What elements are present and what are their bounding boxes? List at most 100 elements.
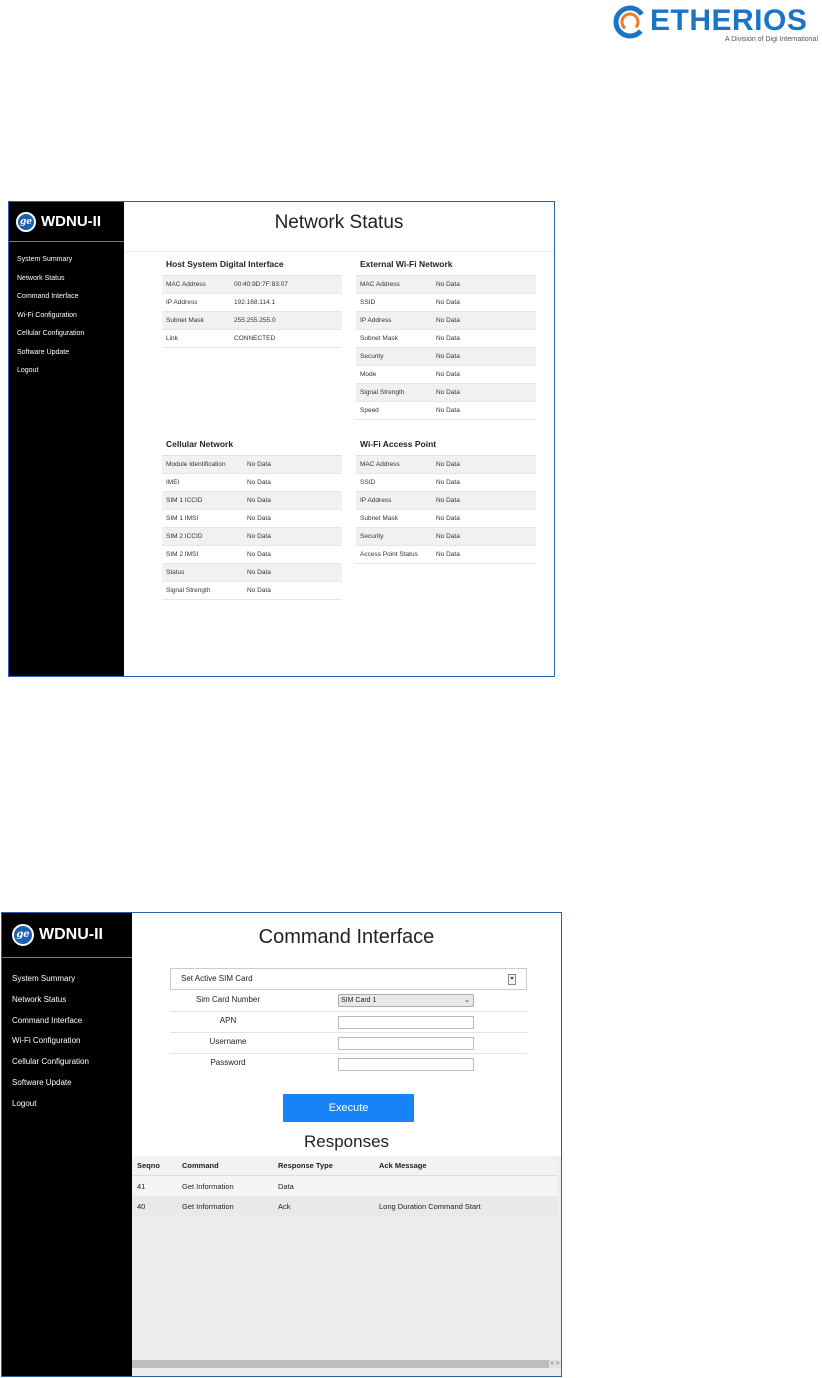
- kv-key: Security: [360, 353, 384, 360]
- column-header-command[interactable]: Command: [182, 1161, 278, 1170]
- kv-row: Subnet Mask No Data: [356, 510, 536, 528]
- table-row[interactable]: 40 Get Information Ack Long Duration Com…: [132, 1196, 557, 1216]
- host-interface-panel: Host System Digital Interface MAC Addres…: [162, 258, 342, 348]
- page-title: Network Status: [274, 212, 404, 233]
- sim-card-select[interactable]: SIM Card 1 ⌄: [338, 994, 474, 1007]
- cell-ack-message: Long Duration Command Start: [379, 1201, 481, 1211]
- kv-key: SIM 2 ICCID: [166, 533, 203, 540]
- password-label: Password: [210, 1058, 246, 1067]
- sidebar-item-software-update[interactable]: Software Update: [2, 1074, 132, 1095]
- cell-seqno: 40: [137, 1201, 146, 1211]
- apn-field[interactable]: [338, 1016, 474, 1029]
- kv-value: No Data: [436, 533, 460, 540]
- cell-command: Get Information: [182, 1181, 234, 1191]
- kv-list: MAC Address No Data SSID No Data IP Addres…: [356, 276, 536, 420]
- title-divider: [124, 251, 554, 252]
- kv-row: IP Address No Data: [356, 312, 536, 330]
- kv-value: No Data: [436, 335, 460, 342]
- kv-row: SIM 1 ICCID No Data: [162, 492, 342, 510]
- sidebar: ge WDNU-II System Summary Network Status…: [9, 202, 124, 676]
- etherios-logo: ETHERIOS A Division of Digi Internationa…: [612, 4, 818, 44]
- sidebar-item-cellular-configuration[interactable]: Cellular Configuration: [2, 1053, 132, 1074]
- kv-row: IP Address 192.168.114.1: [162, 294, 342, 312]
- kv-value: No Data: [436, 353, 460, 360]
- kv-key: MAC Address: [360, 461, 400, 468]
- sidebar-item-logout[interactable]: Logout: [9, 364, 124, 383]
- sidebar-item-network-status[interactable]: Network Status: [9, 272, 124, 291]
- kv-key: Status: [166, 569, 185, 576]
- kv-value: 255.255.255.0: [234, 317, 276, 324]
- wifi-access-point-panel: Wi-Fi Access Point MAC Address No Data SS…: [356, 438, 536, 564]
- horizontal-scrollbar[interactable]: < >: [132, 1360, 561, 1368]
- cell-command: Get Information: [182, 1201, 234, 1211]
- kv-row: MAC Address No Data: [356, 276, 536, 294]
- panel-title: External Wi-Fi Network: [356, 258, 536, 276]
- kv-value: CONNECTED: [234, 335, 276, 342]
- sidebar-item-software-update[interactable]: Software Update: [9, 346, 124, 365]
- table-row[interactable]: 41 Get Information Data: [132, 1176, 557, 1196]
- kv-row: IP Address No Data: [356, 492, 536, 510]
- kv-list: MAC Address 00:40:9D:7F:83:07 IP Address 1…: [162, 276, 342, 348]
- ge-logo-icon: ge: [16, 211, 36, 232]
- logo-tagline: A Division of Digi International: [725, 36, 818, 43]
- sidebar-item-network-status[interactable]: Network Status: [2, 991, 132, 1012]
- kv-key: Signal Strength: [360, 389, 405, 396]
- sim-card-select-value: SIM Card 1: [341, 997, 377, 1004]
- sidebar-item-cellular-configuration[interactable]: Cellular Configuration: [9, 327, 124, 346]
- kv-value: No Data: [436, 551, 460, 558]
- sidebar-item-system-summary[interactable]: System Summary: [9, 253, 124, 272]
- sidebar-item-system-summary[interactable]: System Summary: [2, 970, 132, 991]
- kv-key: Mode: [360, 371, 377, 378]
- sidebar: ge WDNU-II System Summary Network Status…: [2, 913, 132, 1376]
- sidebar-item-wifi-configuration[interactable]: Wi-Fi Configuration: [2, 1032, 132, 1053]
- kv-row: Status No Data: [162, 564, 342, 582]
- network-status-screen: ge WDNU-II System Summary Network Status…: [8, 201, 555, 677]
- page-title: Command Interface: [258, 926, 435, 948]
- sim-card-label: Sim Card Number: [195, 995, 260, 1004]
- execute-button[interactable]: Execute: [283, 1094, 414, 1122]
- kv-row: Signal Strength No Data: [356, 384, 536, 402]
- kv-row: Subnet Mask 255.255.255.0: [162, 312, 342, 330]
- kv-value: No Data: [247, 551, 271, 558]
- brand-header: ge WDNU-II: [2, 913, 132, 958]
- kv-list: MAC Address No Data SSID No Data IP Addres…: [356, 456, 536, 564]
- sidebar-item-logout[interactable]: Logout: [2, 1095, 132, 1116]
- kv-value: No Data: [247, 515, 271, 522]
- form-row-username: Username: [170, 1033, 527, 1054]
- kv-row: MAC Address No Data: [356, 456, 536, 474]
- apn-label: APN: [219, 1016, 237, 1025]
- kv-row: MAC Address 00:40:9D:7F:83:07: [162, 276, 342, 294]
- kv-key: Speed: [360, 407, 379, 414]
- column-header-seqno[interactable]: Seqno: [132, 1161, 182, 1170]
- kv-row: Mode No Data: [356, 366, 536, 384]
- logo-wordmark: ETHERIOS: [650, 4, 808, 37]
- kv-key: SIM 1 ICCID: [166, 497, 203, 504]
- kv-value: No Data: [247, 479, 271, 486]
- sidebar-item-command-interface[interactable]: Command Interface: [2, 1012, 132, 1033]
- kv-value: No Data: [436, 389, 460, 396]
- kv-row: SIM 2 IMSI No Data: [162, 546, 342, 564]
- select-arrow-icon[interactable]: ▾: [508, 974, 516, 985]
- column-header-response-type[interactable]: Response Type: [278, 1161, 379, 1170]
- username-field[interactable]: [338, 1037, 474, 1050]
- sidebar-item-wifi-configuration[interactable]: Wi-Fi Configuration: [9, 309, 124, 328]
- command-interface-screen: ge WDNU-II System Summary Network Status…: [1, 912, 562, 1377]
- responses-title: Responses: [303, 1132, 390, 1151]
- kv-value: No Data: [247, 569, 271, 576]
- responses-table: Seqno Command Response Type Ack Message …: [132, 1156, 557, 1216]
- kv-row: Subnet Mask No Data: [356, 330, 536, 348]
- kv-key: Signal Strength: [166, 587, 211, 594]
- form-row-sim: Sim Card Number SIM Card 1 ⌄: [170, 991, 527, 1012]
- kv-row: Access Point Status No Data: [356, 546, 536, 564]
- cellular-network-panel: Cellular Network Module Identification No…: [162, 438, 342, 600]
- column-header-ack-message[interactable]: Ack Message: [379, 1161, 557, 1170]
- kv-value: No Data: [436, 479, 460, 486]
- scroll-arrow-icon[interactable]: < >: [549, 1360, 561, 1368]
- kv-row: SIM 2 ICCID No Data: [162, 528, 342, 546]
- command-select[interactable]: Set Active SIM Card ▾: [170, 968, 527, 990]
- kv-key: MAC Address: [166, 281, 206, 288]
- password-field[interactable]: [338, 1058, 474, 1071]
- kv-key: Access Point Status: [360, 551, 418, 558]
- sidebar-item-command-interface[interactable]: Command Interface: [9, 290, 124, 309]
- kv-key: IP Address: [166, 299, 198, 306]
